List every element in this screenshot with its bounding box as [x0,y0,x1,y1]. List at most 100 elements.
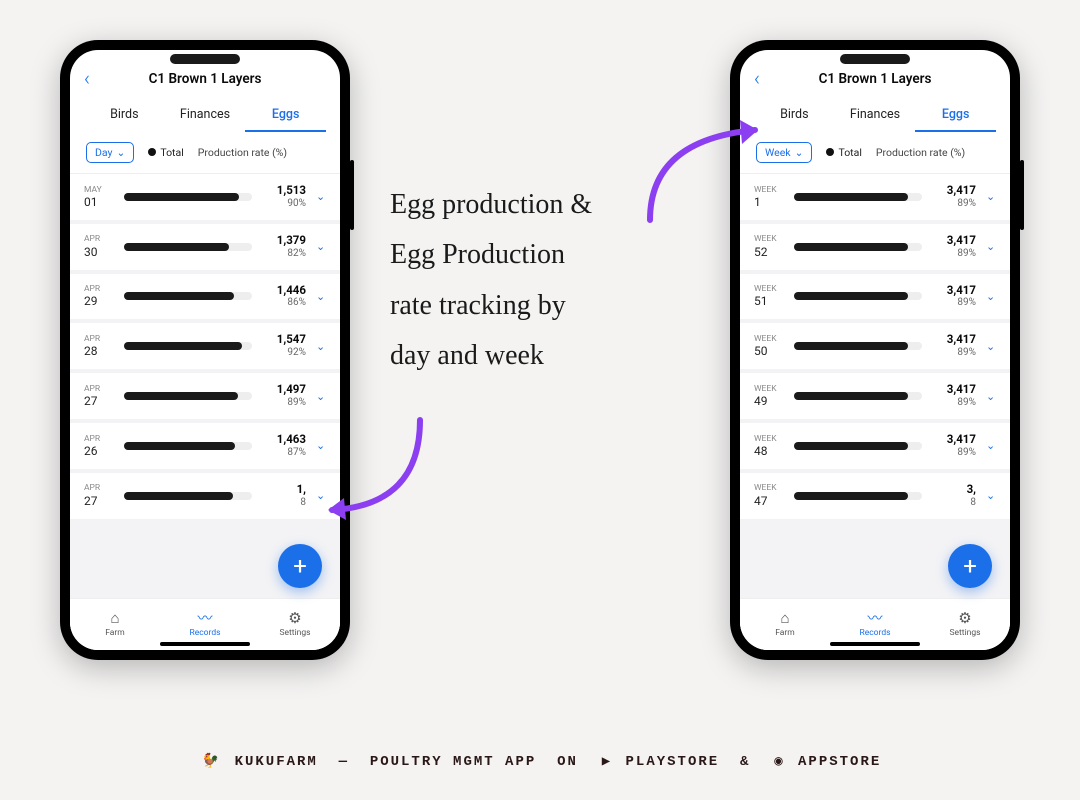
value-cell: 3,41789% [932,383,976,409]
back-icon[interactable]: ‹ [84,66,90,90]
list-item[interactable]: WEEK523,41789%⌄ [740,224,1010,270]
chevron-down-icon[interactable]: ⌄ [986,290,996,303]
list-item[interactable]: WEEK49 3,41789% ⌄ [740,373,1010,419]
chevron-down-icon[interactable]: ⌄ [316,290,326,303]
progress-bar [794,193,922,201]
range-selector[interactable]: Day ⌄ [86,142,134,163]
list-item[interactable]: WEEK13,41789%⌄ [740,174,1010,220]
brand-icon: 🐓 [202,753,221,770]
phone-mockup-week: ‹ C1 Brown 1 Layers Birds Finances Eggs … [730,40,1020,660]
appstore-icon: ◉ [774,753,784,770]
appstore-label: APPSTORE [798,754,881,770]
list-item[interactable]: APR28 1,54792% ⌄ [70,323,340,369]
value-cell: 1,8 [262,483,306,509]
chevron-down-icon: ⌄ [795,146,804,159]
chevron-down-icon[interactable]: ⌄ [986,439,996,452]
app-screen-week: ‹ C1 Brown 1 Layers Birds Finances Eggs … [740,50,1010,650]
chart-icon: 〰 [867,611,882,626]
chevron-down-icon: ⌄ [117,146,126,159]
app-header: ‹ C1 Brown 1 Layers [740,50,1010,93]
chart-icon: 〰 [197,611,212,626]
list-item[interactable]: WEEK51 3,41789% ⌄ [740,274,1010,320]
chevron-down-icon[interactable]: ⌄ [316,340,326,353]
date-label: WEEK50 [754,334,784,359]
gear-icon: ⚙ [288,611,301,626]
progress-bar [124,342,252,350]
home-indicator [830,642,920,646]
date-label: WEEK51 [754,284,784,309]
chevron-down-icon[interactable]: ⌄ [986,390,996,403]
date-label: APR28 [84,334,114,359]
chevron-down-icon[interactable]: ⌄ [316,190,326,203]
list-item[interactable]: WEEK47 3,8 ⌄ [740,473,1010,519]
date-label: WEEK47 [754,483,784,508]
list-item[interactable]: WEEK503,41789%⌄ [740,323,1010,369]
list-item[interactable]: APR291,44686%⌄ [70,274,340,320]
value-cell: 3,41789% [932,284,976,310]
tab-birds[interactable]: Birds [84,101,165,132]
gear-icon: ⚙ [958,611,971,626]
legend-total: Total [826,146,861,159]
progress-bar [124,243,252,251]
date-label: APR30 [84,234,114,259]
add-button[interactable]: + [948,544,992,588]
list-item[interactable]: APR261,46387%⌄ [70,423,340,469]
chevron-down-icon[interactable]: ⌄ [986,190,996,203]
back-icon[interactable]: ‹ [754,66,760,90]
range-label: Day [95,146,113,159]
phone-side-button [1020,160,1024,230]
legend-dot-icon [826,148,834,156]
filter-row: Week ⌄ Total Production rate (%) [740,132,1010,173]
chevron-down-icon[interactable]: ⌄ [986,489,996,502]
chevron-down-icon[interactable]: ⌄ [986,240,996,253]
list-item[interactable]: WEEK48 3,41789% ⌄ [740,423,1010,469]
nav-farm[interactable]: ⌂Farm [70,599,160,650]
chevron-down-icon[interactable]: ⌄ [986,340,996,353]
date-label: WEEK48 [754,434,784,459]
progress-bar [794,292,922,300]
progress-bar [794,392,922,400]
phone-mockup-day: ‹ C1 Brown 1 Layers Birds Finances Eggs … [60,40,350,660]
tab-finances[interactable]: Finances [835,101,916,132]
tab-eggs[interactable]: Eggs [245,101,326,132]
value-cell: 1,54792% [262,333,306,359]
home-icon: ⌂ [780,611,789,626]
nav-farm[interactable]: ⌂Farm [740,599,830,650]
date-label: APR29 [84,284,114,309]
value-cell: 3,41789% [932,433,976,459]
date-label: APR27 [84,384,114,409]
playstore-icon: ▶ [602,753,612,770]
list-item[interactable]: APR271,49789%⌄ [70,373,340,419]
list-item[interactable]: MAY011,51390%⌄ [70,174,340,220]
legend-dot-icon [148,148,156,156]
phone-side-button [350,160,354,230]
list-item[interactable]: APR271,8⌄ [70,473,340,519]
tab-finances[interactable]: Finances [165,101,246,132]
page-title: C1 Brown 1 Layers [819,71,932,87]
home-icon: ⌂ [110,611,119,626]
date-label: WEEK49 [754,384,784,409]
chevron-down-icon[interactable]: ⌄ [316,390,326,403]
date-label: MAY01 [84,185,114,210]
rate-label: Production rate (%) [198,146,287,159]
value-cell: 3,8 [932,483,976,509]
tagline: POULTRY MGMT APP [370,754,536,770]
progress-bar [124,292,252,300]
chevron-down-icon[interactable]: ⌄ [316,240,326,253]
nav-settings[interactable]: ⚙Settings [250,599,340,650]
date-label: APR26 [84,434,114,459]
promo-footer: 🐓 KUKUFARM — POULTRY MGMT APP ON ▶ PLAYS… [0,753,1080,770]
rate-label: Production rate (%) [876,146,965,159]
legend-total: Total [148,146,183,159]
home-indicator [160,642,250,646]
progress-bar [124,442,252,450]
tab-eggs[interactable]: Eggs [915,101,996,132]
add-button[interactable]: + [278,544,322,588]
tabs: Birds Finances Eggs [70,93,340,132]
list-item[interactable]: APR301,37982%⌄ [70,224,340,270]
page-title: C1 Brown 1 Layers [149,71,262,87]
filter-row: Day ⌄ Total Production rate (%) [70,132,340,173]
value-cell: 3,41789% [932,234,976,260]
nav-settings[interactable]: ⚙Settings [920,599,1010,650]
playstore-label: PLAYSTORE [626,754,720,770]
